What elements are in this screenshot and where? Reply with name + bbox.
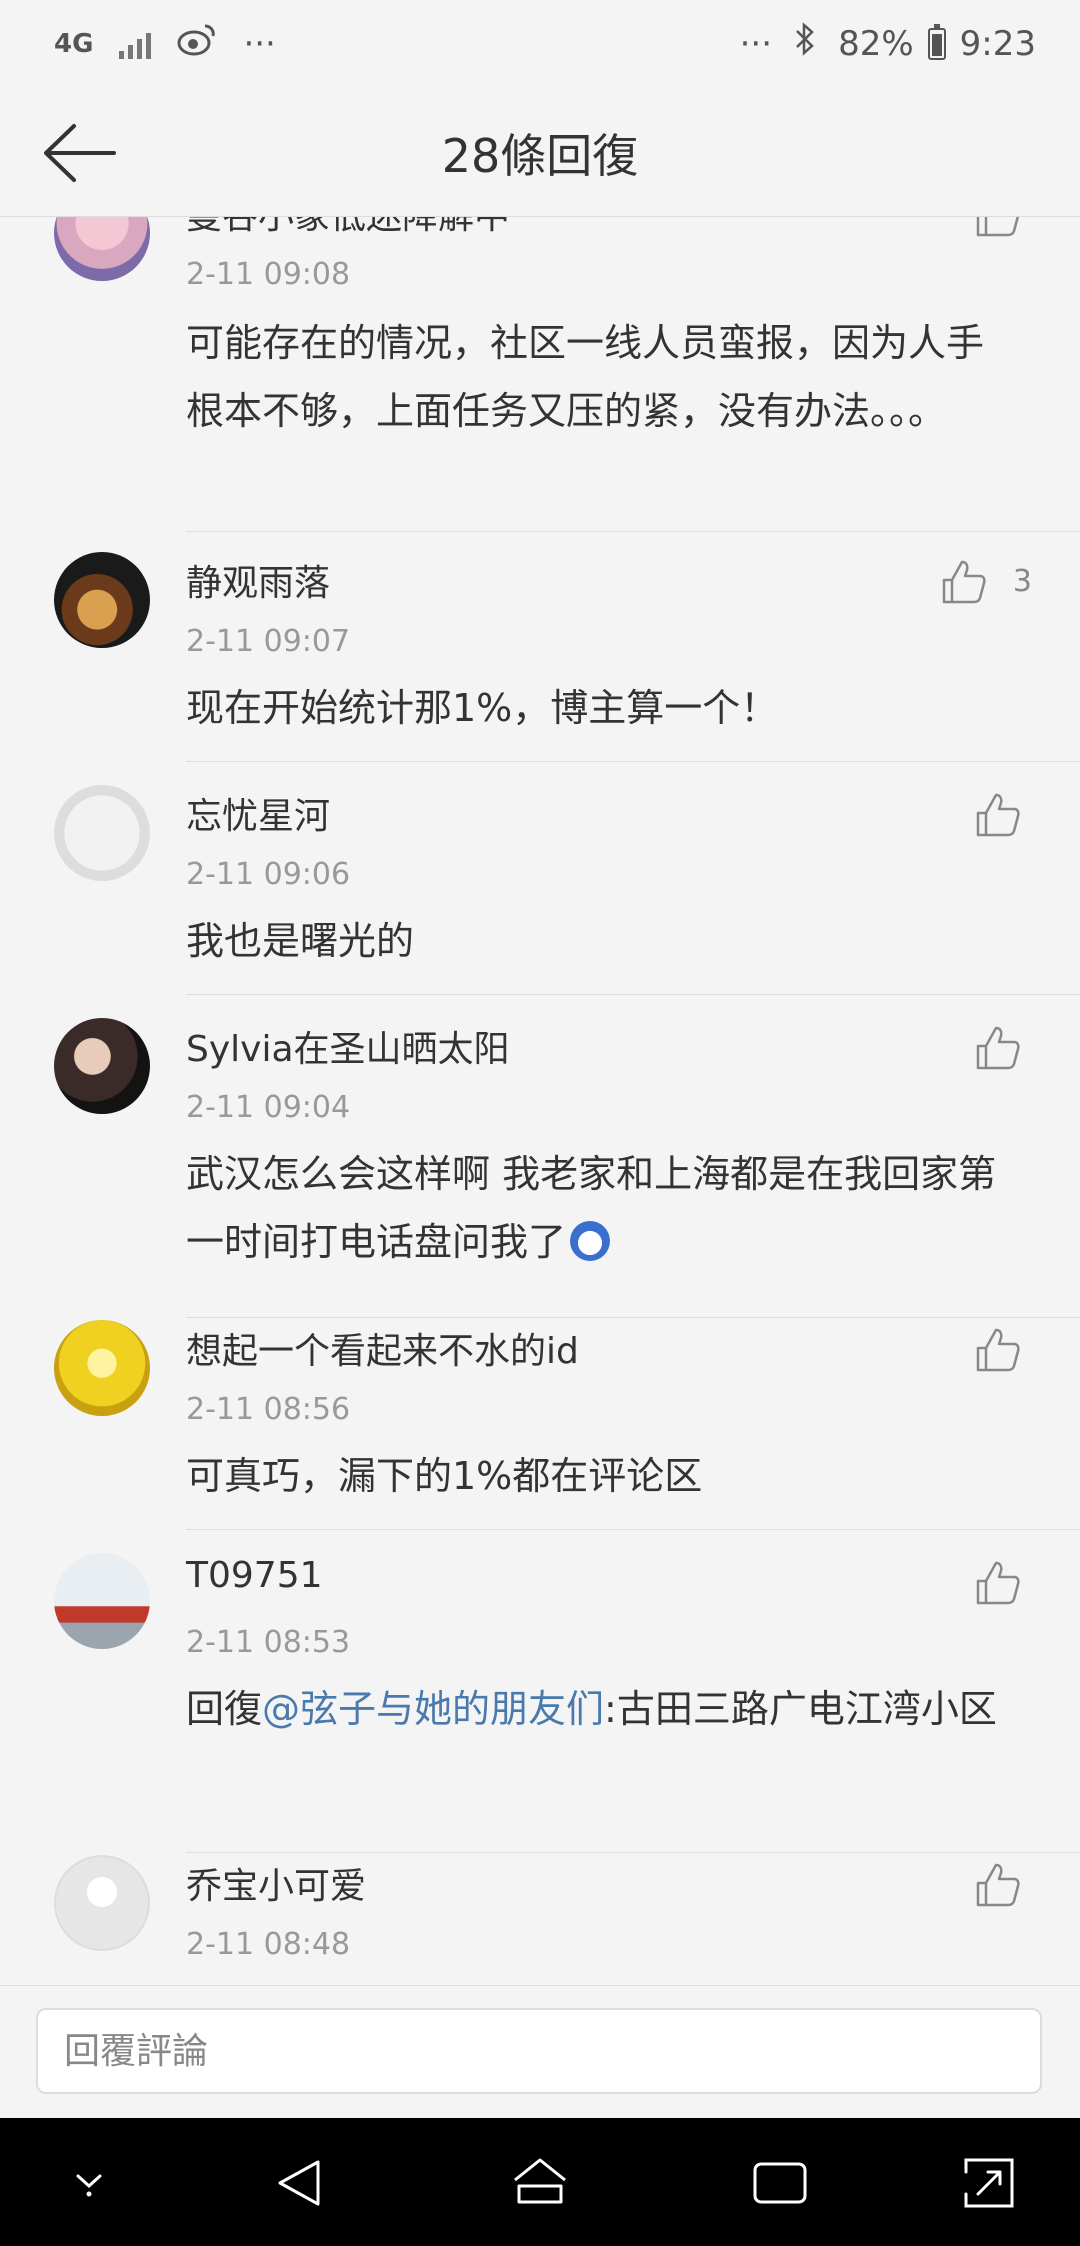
avatar[interactable] xyxy=(54,1553,150,1649)
comment-username[interactable]: 乔宝小可爱 xyxy=(186,1857,366,1909)
like-icon[interactable] xyxy=(974,217,1022,239)
comment-text: 回復@弦子与她的朋友们:古田三路广电江湾小区 xyxy=(186,1675,1016,1743)
avatar[interactable] xyxy=(54,1018,150,1114)
divider xyxy=(186,761,1080,762)
comment-time: 2-11 08:56 xyxy=(186,1392,351,1427)
expand-icon[interactable] xyxy=(956,2150,1022,2216)
comment-list[interactable]: 曼谷小象低迷降解中 2-11 09:08 可能存在的情况，社区一线人员蛮报，因为… xyxy=(0,217,1080,1984)
comment-time: 2-11 08:48 xyxy=(186,1927,351,1962)
comment-time: 2-11 09:06 xyxy=(186,857,351,892)
home-icon[interactable] xyxy=(507,2150,573,2216)
comment-time: 2-11 08:53 xyxy=(186,1625,351,1660)
avatar[interactable] xyxy=(54,785,150,881)
like-icon[interactable] xyxy=(974,1861,1022,1909)
like-icon[interactable] xyxy=(974,1326,1022,1374)
like-icon[interactable] xyxy=(974,791,1022,839)
like-count: 3 xyxy=(1012,564,1032,599)
page-title: 28條回復 xyxy=(441,129,639,183)
reply-input[interactable]: 回覆評論 xyxy=(36,2008,1042,2094)
divider xyxy=(186,1529,1080,1530)
divider xyxy=(186,531,1080,532)
avatar[interactable] xyxy=(54,1855,150,1951)
weibo-icon xyxy=(177,22,217,65)
divider xyxy=(186,1852,1080,1853)
comment-username[interactable]: 曼谷小象低迷降解中 xyxy=(186,217,510,239)
status-bar: 4G ··· ··· 82% 9:23 xyxy=(0,0,1080,90)
comment-text: 现在开始统计那1%，博主算一个！ xyxy=(186,686,779,730)
clock: 9:23 xyxy=(959,23,1036,64)
comment-username[interactable]: 想起一个看起来不水的id xyxy=(186,1322,579,1374)
battery-percent: 82% xyxy=(838,23,914,64)
comment-text: 可真巧，漏下的1%都在评论区 xyxy=(186,1454,703,1498)
comment-time: 2-11 09:07 xyxy=(186,624,351,659)
like-icon[interactable] xyxy=(974,1024,1022,1072)
like-icon[interactable] xyxy=(974,1559,1022,1607)
status-more-left: ··· xyxy=(243,23,276,64)
back-triangle-icon[interactable] xyxy=(268,2150,334,2216)
comment-text-content: :古田三路广电江湾小区 xyxy=(604,1687,997,1731)
emoji-icon xyxy=(570,1221,611,1261)
chevron-down-icon[interactable] xyxy=(56,2150,122,2216)
network-type: 4G xyxy=(54,28,94,59)
comment-text: 武汉怎么会这样啊 我老家和上海都是在我回家第一时间打电话盘问我了 xyxy=(186,1140,1016,1276)
status-more-right: ··· xyxy=(739,23,773,64)
bluetooth-icon xyxy=(794,22,816,65)
recent-apps-icon[interactable] xyxy=(747,2150,813,2216)
avatar[interactable] xyxy=(54,1320,150,1416)
comment-time: 2-11 09:04 xyxy=(186,1090,351,1125)
avatar[interactable] xyxy=(54,217,150,281)
divider xyxy=(186,994,1080,995)
comment-time: 2-11 09:08 xyxy=(186,257,351,292)
reply-bar: 回覆評論 xyxy=(0,1985,1080,2119)
comment-text: 可能存在的情况，社区一线人员蛮报，因为人手根本不够，上面任务又压的紧，没有办法。… xyxy=(186,321,985,433)
like-icon[interactable] xyxy=(940,558,988,606)
comment-text: 我也是曙光的 xyxy=(186,919,415,963)
divider xyxy=(186,1317,1080,1318)
comment-username[interactable]: 忘忧星河 xyxy=(186,787,330,839)
signal-icon xyxy=(119,29,152,59)
comment-username[interactable]: T09751 xyxy=(186,1555,323,1596)
comment-username[interactable]: Sylvia在圣山晒太阳 xyxy=(186,1020,510,1072)
comment-username[interactable]: 静观雨落 xyxy=(186,554,330,606)
header: 28條回復 xyxy=(0,90,1080,217)
navigation-bar xyxy=(0,2118,1080,2246)
mention-link[interactable]: @弦子与她的朋友们 xyxy=(262,1687,604,1731)
avatar[interactable] xyxy=(54,552,150,648)
reply-prefix: 回復 xyxy=(186,1687,263,1731)
battery-icon xyxy=(927,23,946,60)
